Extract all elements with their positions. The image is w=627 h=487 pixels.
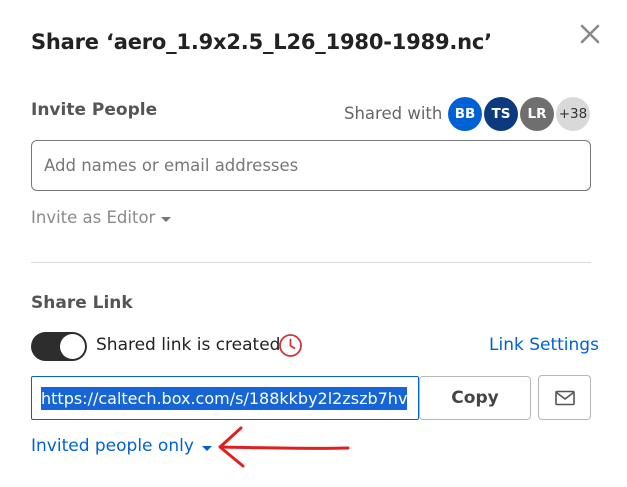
clock-icon[interactable] [278,333,303,358]
shared-link-toggle[interactable] [31,332,87,361]
invite-role-label: Invite as Editor [31,208,156,227]
invite-people-heading: Invite People [31,100,158,120]
caret-down-icon [201,445,212,451]
avatar[interactable]: BB [448,97,482,131]
link-access-label: Invited people only [31,436,194,456]
close-icon[interactable] [578,22,602,46]
more-collaborators-badge[interactable]: +38 [556,97,590,131]
caret-down-icon [161,217,172,222]
invite-input[interactable] [31,140,591,191]
link-access-dropdown[interactable]: Invited people only [31,436,212,456]
shared-with-label: Shared with [344,104,443,123]
share-dialog: Share ‘aero_1.9x2.5_L26_1980-1989.nc’ In… [0,0,627,487]
red-arrow-annotation-icon [218,426,350,468]
avatar[interactable]: LR [520,97,554,131]
email-link-button[interactable] [538,375,591,420]
shared-link-status: Shared link is created [96,335,281,355]
link-settings-link[interactable]: Link Settings [489,335,599,355]
share-link-heading: Share Link [31,293,133,313]
invite-role-dropdown[interactable]: Invite as Editor [31,208,172,227]
shared-link-url: https://caltech.box.com/s/188kkby2l2zszb… [41,386,408,410]
avatar[interactable]: TS [484,97,518,131]
toggle-knob [60,334,85,359]
copy-button[interactable]: Copy [419,376,531,420]
envelope-icon [554,390,575,405]
divider [31,262,591,263]
shared-link-url-field[interactable]: https://caltech.box.com/s/188kkby2l2zszb… [31,376,419,420]
dialog-title: Share ‘aero_1.9x2.5_L26_1980-1989.nc’ [31,30,492,54]
